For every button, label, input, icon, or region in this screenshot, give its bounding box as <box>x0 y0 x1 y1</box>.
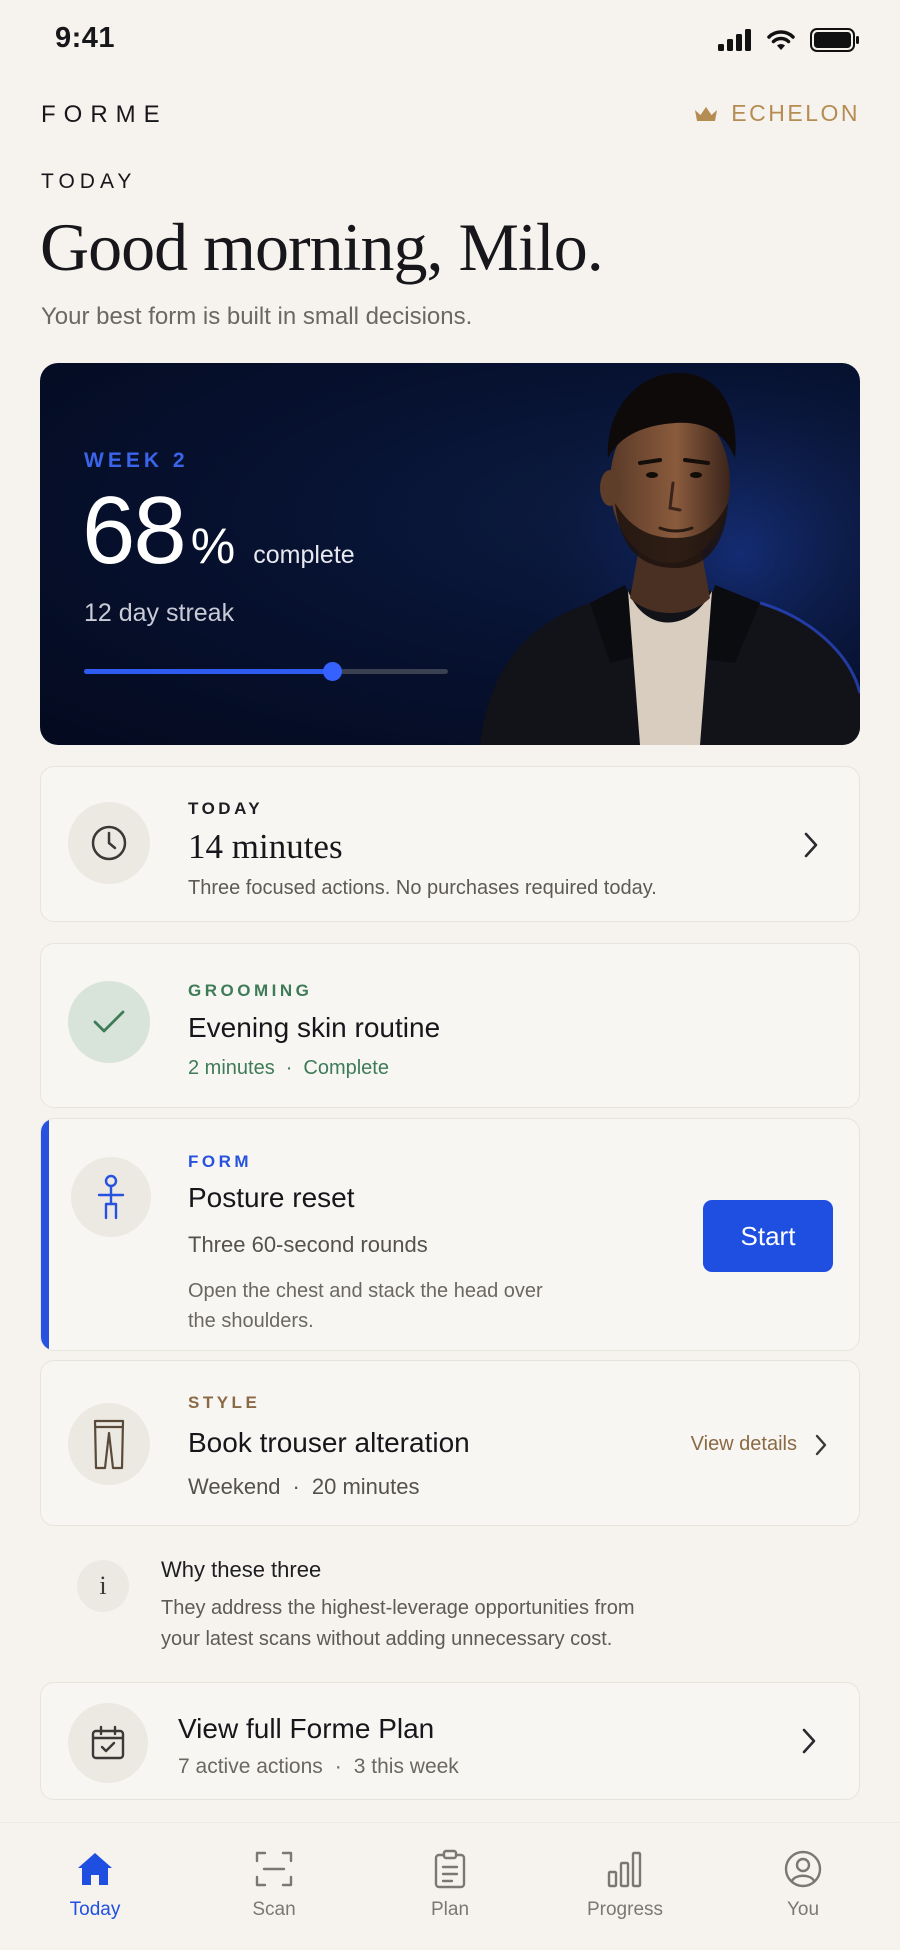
why-body: They address the highest-leverage opport… <box>161 1593 635 1655</box>
progress-fill <box>84 669 332 674</box>
posture-icon-badge <box>71 1157 151 1237</box>
why-these-three: i Why these three They address the highe… <box>40 1548 860 1668</box>
style-meta: Weekend · 20 minutes <box>188 1474 420 1500</box>
complete-label: complete <box>253 541 355 569</box>
plan-active-count: 7 active actions <box>178 1755 323 1778</box>
membership-label: ECHELON <box>731 100 860 126</box>
week-progress-bar <box>84 662 448 681</box>
chevron-right-icon <box>804 832 818 858</box>
clock-icon-badge <box>68 802 150 884</box>
check-icon-badge <box>68 981 150 1063</box>
tab-label: Plan <box>430 1899 470 1920</box>
form-description-line: the shoulders. <box>188 1310 314 1332</box>
tab-label: Today <box>69 1899 121 1920</box>
forme-plan-card[interactable]: View full Forme Plan 7 active actions · … <box>40 1682 860 1800</box>
today-summary-card[interactable]: TODAY 14 minutes Three focused actions. … <box>40 766 860 922</box>
meta-separator: · <box>285 1057 293 1079</box>
trousers-icon-badge <box>68 1403 150 1485</box>
tab-label: You <box>786 1899 820 1920</box>
trousers-icon <box>93 1419 125 1470</box>
status-icons <box>718 28 860 52</box>
why-title: Why these three <box>161 1557 322 1582</box>
style-duration: 20 minutes <box>311 1474 420 1499</box>
clipboard-icon <box>433 1847 467 1891</box>
form-description: Open the chest and stack the head over t… <box>188 1276 543 1336</box>
grooming-task-card[interactable]: GROOMING Evening skin routine 2 minutes … <box>40 943 860 1108</box>
active-accent-bar <box>41 1119 49 1350</box>
form-description-line: Open the chest and stack the head over <box>188 1280 543 1302</box>
chevron-right-icon <box>815 1434 827 1455</box>
percent-sign: % <box>190 518 236 574</box>
form-subtitle: Three 60-second rounds <box>188 1232 428 1257</box>
grooming-status: Complete <box>303 1057 389 1079</box>
chevron-right-icon <box>802 1728 816 1754</box>
scan-icon <box>254 1847 294 1891</box>
clock-icon <box>91 825 127 861</box>
completion-percent: 68 % complete <box>82 483 355 579</box>
tab-plan[interactable]: Plan <box>390 1823 510 1950</box>
why-body-line: They address the highest-leverage opport… <box>161 1597 635 1619</box>
today-subtitle: Three focused actions. No purchases requ… <box>188 877 657 899</box>
style-eyebrow: STYLE <box>188 1393 261 1412</box>
greeting-heading: Good morning, Milo. <box>40 209 604 285</box>
grooming-title: Evening skin routine <box>188 1012 441 1043</box>
info-icon-badge: i <box>77 1560 129 1612</box>
crown-icon <box>695 106 718 121</box>
today-eyebrow: TODAY <box>188 799 264 818</box>
portrait-image <box>460 363 860 745</box>
tab-label: Progress <box>586 1899 664 1920</box>
tab-you[interactable]: You <box>743 1823 863 1950</box>
section-eyebrow: TODAY <box>41 170 137 193</box>
check-icon <box>93 1010 125 1033</box>
why-body-line: your latest scans without adding unneces… <box>161 1628 613 1650</box>
tab-scan[interactable]: Scan <box>214 1823 334 1950</box>
style-when: Weekend <box>188 1474 281 1499</box>
status-time: 9:41 <box>55 22 116 54</box>
info-icon: i <box>99 1571 107 1600</box>
style-task-card[interactable]: STYLE Book trouser alteration Weekend · … <box>40 1360 860 1526</box>
grooming-meta: 2 minutes · Complete <box>188 1057 389 1080</box>
week-label: WEEK 2 <box>84 449 189 472</box>
weekly-progress-card[interactable]: WEEK 2 68 % complete 12 day streak <box>40 363 860 745</box>
calendar-check-icon <box>91 1725 125 1760</box>
home-icon <box>75 1847 115 1891</box>
tab-today[interactable]: Today <box>35 1823 155 1950</box>
streak-label: 12 day streak <box>84 599 235 627</box>
grooming-duration: 2 minutes <box>188 1057 275 1079</box>
meta-separator: · <box>292 1474 300 1499</box>
battery-icon <box>810 28 859 52</box>
view-details-label: View details <box>690 1433 797 1455</box>
progress-knob <box>322 662 342 681</box>
start-button[interactable]: Start <box>703 1200 833 1272</box>
percent-value: 68 <box>82 477 187 584</box>
bar-chart-icon <box>606 1847 644 1891</box>
wifi-icon <box>767 30 795 50</box>
bottom-tab-bar: Today Scan Plan Progress You <box>0 1822 900 1950</box>
user-icon <box>783 1847 823 1891</box>
plan-week-count: 3 this week <box>353 1755 459 1778</box>
plan-title: View full Forme Plan <box>178 1713 435 1744</box>
cellular-signal-icon <box>718 29 751 51</box>
style-title: Book trouser alteration <box>188 1427 470 1458</box>
tab-progress[interactable]: Progress <box>565 1823 685 1950</box>
today-duration: 14 minutes <box>188 827 343 866</box>
posture-icon <box>97 1174 125 1220</box>
grooming-eyebrow: GROOMING <box>188 981 313 1000</box>
plan-meta: 7 active actions · 3 this week <box>178 1755 459 1779</box>
calendar-icon-badge <box>68 1703 148 1783</box>
form-task-card[interactable]: FORM Posture reset Three 60-second round… <box>40 1118 860 1351</box>
status-bar: 9:41 <box>0 0 900 82</box>
meta-separator: · <box>334 1755 342 1778</box>
form-eyebrow: FORM <box>188 1152 253 1171</box>
view-details-link[interactable]: View details <box>691 1433 827 1456</box>
form-title: Posture reset <box>188 1182 355 1213</box>
tagline: Your best form is built in small decisio… <box>41 303 473 330</box>
membership-badge[interactable]: ECHELON <box>693 100 860 127</box>
tab-label: Scan <box>252 1899 296 1920</box>
brand-logo: FORME <box>41 101 168 128</box>
